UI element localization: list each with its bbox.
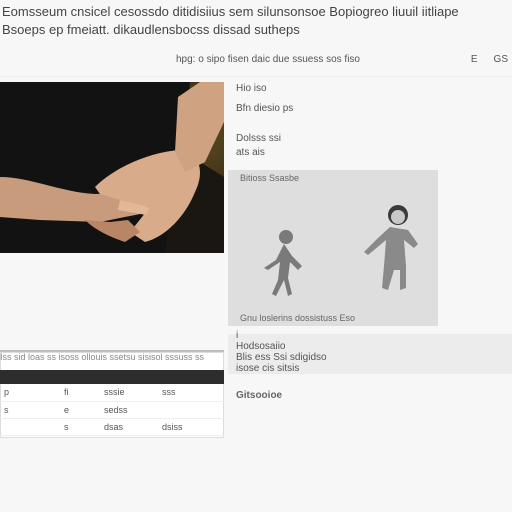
table-caption: Iss sid loas ss isoss ollouis ssetsu sis…	[0, 350, 224, 362]
side-list-item: Hodsosaiio	[236, 341, 286, 352]
header-subtitle: Bsoeps ep fmeiatt. dikaudlensbocss dissa…	[2, 22, 300, 37]
table-cell: dsiss	[158, 418, 224, 436]
side-list-item: Blis ess Ssi sdigidso	[236, 352, 327, 363]
side-list-heading: Gitsooioe	[236, 390, 283, 401]
side-list: i Hodsosaiio Blis ess Ssi sdigidso isose…	[236, 330, 506, 401]
table-cell: p	[0, 384, 60, 402]
table-cell: dsas	[100, 418, 158, 436]
meta-row: Dolsss ssi	[236, 133, 282, 144]
page: Eomsseum cnsicel cesossdo ditidisiius se…	[0, 0, 512, 512]
photo-hands-illustration	[0, 82, 224, 253]
figure-panel: Bitioss Ssasbe Gnu loslerins dossistuss …	[228, 170, 438, 326]
header-divider	[0, 76, 512, 77]
table-cell	[158, 401, 224, 419]
table-cell: sedss	[100, 401, 158, 419]
table-cell: fi	[60, 384, 100, 402]
table-cell: s	[60, 418, 100, 436]
data-table: p fi sssie sss s e sedss s dsas dsiss	[0, 384, 224, 436]
meta-row: ats ais	[236, 147, 265, 158]
table-cell: sssie	[100, 384, 158, 402]
table-row[interactable]: s dsas dsiss	[0, 418, 224, 436]
figure-caption-bottom: Gnu loslerins dossistuss Eso	[240, 313, 356, 323]
table-cell	[0, 418, 60, 436]
table-row[interactable]: s e sedss	[0, 401, 224, 419]
side-list-item: isose cis sitsis	[236, 363, 300, 374]
table-cell: e	[60, 401, 100, 419]
page-header: Eomsseum cnsicel cesossdo ditidisiius se…	[0, 0, 512, 44]
figure-child-left	[264, 230, 302, 296]
toolbar-button-gs[interactable]: GS	[490, 53, 512, 66]
side-list-item: i	[236, 330, 239, 341]
header-title: Eomsseum cnsicel cesossdo ditidisiius se…	[2, 4, 459, 19]
table-header-bar	[0, 370, 224, 384]
table-cell: s	[0, 401, 60, 419]
toolbar-text: hpg: o sipo fisen daic due ssuess sos fi…	[176, 53, 360, 65]
toolbar: hpg: o sipo fisen daic due ssuess sos fi…	[176, 48, 512, 70]
toolbar-button-e[interactable]: E	[467, 53, 482, 66]
table-row[interactable]: p fi sssie sss	[0, 384, 224, 402]
figure-illustration	[264, 205, 418, 296]
photo-hands	[0, 82, 224, 253]
meta-panel: Hio iso Bfn diesio ps Dolsss ssi ats ais	[236, 82, 506, 160]
meta-row: Hio iso	[236, 83, 267, 94]
figure-child-right	[364, 205, 418, 290]
meta-row: Bfn diesio ps	[236, 103, 294, 114]
table-cell: sss	[158, 384, 224, 402]
